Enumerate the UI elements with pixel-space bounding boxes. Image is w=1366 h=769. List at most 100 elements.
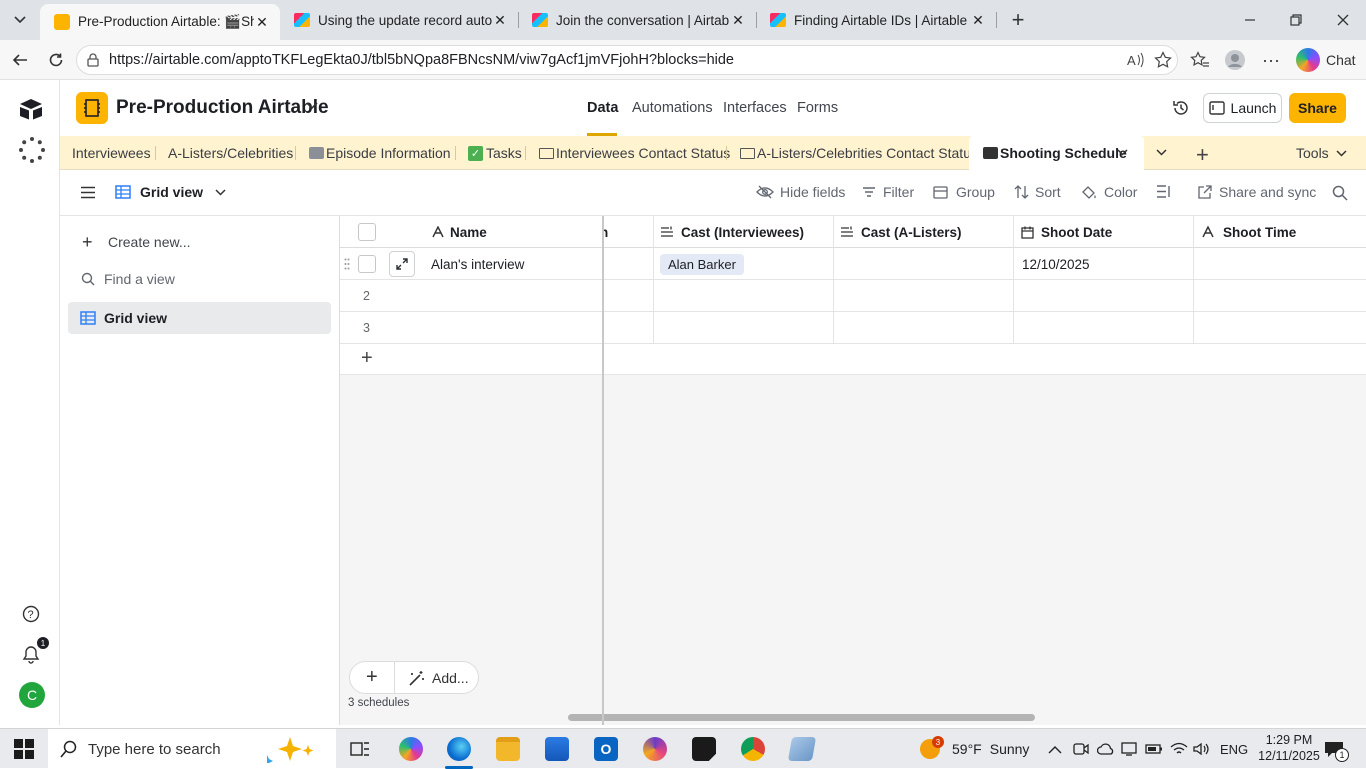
onedrive-cloud-icon[interactable]: [1097, 729, 1115, 769]
cell-cast-alisters[interactable]: [834, 312, 1014, 344]
cell-shoot-date[interactable]: [1014, 312, 1194, 344]
sticky-notes-icon[interactable]: [692, 737, 716, 761]
nav-data[interactable]: Data: [587, 100, 618, 116]
more-menu-icon[interactable]: ···: [1256, 45, 1286, 75]
cell-cast-alisters[interactable]: [834, 280, 1014, 312]
browser-tab-community[interactable]: Join the conversation | Airtable Co ✕: [518, 0, 756, 40]
profile-avatar-icon[interactable]: [1220, 45, 1250, 75]
notifications-bell-icon[interactable]: [22, 645, 40, 665]
linked-record-chip[interactable]: Alan Barker: [660, 253, 744, 275]
base-film-icon[interactable]: [76, 92, 108, 124]
history-icon[interactable]: [1172, 99, 1190, 117]
table-row[interactable]: Alan's interview Alan Barker 12/10/2025: [340, 248, 1366, 280]
app-window-icon[interactable]: [787, 737, 817, 761]
expand-record-icon[interactable]: [389, 251, 415, 277]
cell-hidden-field[interactable]: [604, 248, 654, 280]
header-name[interactable]: Name: [340, 216, 602, 248]
cell-shoot-date[interactable]: 12/10/2025: [1014, 248, 1194, 280]
clock[interactable]: 1:29 PM 12/11/2025: [1254, 732, 1324, 764]
omni-sparkle-icon[interactable]: [18, 136, 46, 164]
cell-shoot-date[interactable]: [1014, 280, 1194, 312]
cell-cast-interviewees[interactable]: [654, 312, 834, 344]
cell-shoot-time[interactable]: [1194, 280, 1366, 312]
table-tab-tasks[interactable]: ✓ Tasks: [468, 145, 522, 161]
drag-handle-icon[interactable]: [344, 258, 350, 270]
lock-icon[interactable]: [86, 53, 100, 67]
nav-forms[interactable]: Forms: [797, 100, 838, 116]
table-tab-episode-information[interactable]: Episode Information: [309, 145, 451, 161]
table-tab-interviewees-contact-status[interactable]: Interviewees Contact Status: [539, 145, 730, 161]
window-close-icon[interactable]: [1333, 10, 1353, 30]
share-sync-button[interactable]: Share and sync: [1197, 184, 1316, 200]
task-view-icon[interactable]: [350, 739, 370, 759]
launch-button[interactable]: Launch: [1203, 93, 1282, 123]
group-button[interactable]: Group: [933, 184, 995, 200]
table-tab-a-listers-contact-status[interactable]: A-Listers/Celebrities Contact Status: [740, 145, 978, 161]
outlook-icon[interactable]: O: [594, 737, 618, 761]
magic-wand-icon[interactable]: [408, 670, 426, 686]
nav-interfaces[interactable]: Interfaces: [723, 100, 787, 116]
tools-menu[interactable]: Tools: [1296, 145, 1347, 161]
find-view-search[interactable]: Find a view: [68, 263, 331, 295]
browser-tab-support[interactable]: Finding Airtable IDs | Airtable Supp ✕: [756, 0, 996, 40]
favorites-icon[interactable]: [1185, 45, 1215, 75]
base-name[interactable]: Pre-Production Airtable: [116, 97, 329, 119]
row-height-icon[interactable]: [1156, 185, 1171, 198]
favorite-star-icon[interactable]: [1154, 51, 1172, 69]
cell-hidden-field[interactable]: [604, 280, 654, 312]
all-tables-chevron-icon[interactable]: [1156, 149, 1167, 156]
horizontal-scrollbar[interactable]: [568, 714, 1035, 721]
header-cast-interviewees[interactable]: Cast (Interviewees): [654, 216, 834, 248]
minimize-icon[interactable]: [1240, 10, 1260, 30]
language-indicator[interactable]: ENG: [1220, 729, 1248, 769]
taskbar-search-box[interactable]: Type here to search: [48, 729, 336, 769]
table-tab-interviewees[interactable]: Interviewees: [72, 145, 151, 161]
restore-icon[interactable]: [1286, 10, 1306, 30]
add-table-plus-icon[interactable]: +: [1196, 142, 1209, 168]
row-primary-cell[interactable]: Alan's interview: [340, 248, 602, 280]
cell-hidden-field[interactable]: [604, 312, 654, 344]
edge-browser-icon[interactable]: [447, 737, 471, 761]
close-icon[interactable]: ✕: [492, 12, 508, 28]
show-hidden-icons-chevron-icon[interactable]: [1048, 729, 1062, 769]
cell-cast-alisters[interactable]: [834, 248, 1014, 280]
battery-icon[interactable]: [1145, 729, 1163, 769]
hamburger-menu-icon[interactable]: [80, 186, 96, 199]
select-all-checkbox[interactable]: [358, 223, 376, 241]
refresh-icon[interactable]: [41, 45, 71, 75]
header-shoot-date[interactable]: Shoot Date: [1014, 216, 1194, 248]
browser-tab-airtable[interactable]: Pre-Production Airtable: 🎬Shooti ✕: [40, 4, 280, 40]
cell-cast-interviewees[interactable]: Alan Barker: [654, 248, 834, 280]
table-tab-a-listers[interactable]: A-Listers/Celebrities: [168, 145, 293, 161]
close-icon[interactable]: ✕: [730, 12, 746, 28]
frozen-column-divider[interactable]: [602, 216, 604, 725]
file-explorer-icon[interactable]: [496, 737, 520, 761]
microsoft-store-icon[interactable]: [545, 737, 569, 761]
chevron-down-icon[interactable]: [306, 102, 318, 110]
view-switcher[interactable]: Grid view: [115, 184, 226, 200]
copilot-chat-button[interactable]: Chat: [1296, 47, 1356, 73]
volume-icon[interactable]: [1193, 729, 1209, 769]
display-icon[interactable]: [1121, 729, 1137, 769]
browser-tab-automation[interactable]: Using the update record automati ✕: [280, 0, 518, 40]
help-icon[interactable]: ?: [22, 605, 40, 623]
windows-start-icon[interactable]: [14, 739, 34, 759]
create-new-view-button[interactable]: + Create new...: [68, 226, 331, 258]
read-aloud-icon[interactable]: A: [1127, 52, 1145, 68]
table-row[interactable]: 2: [340, 280, 1366, 312]
add-record-plus-icon[interactable]: +: [366, 666, 378, 689]
user-avatar[interactable]: C: [19, 682, 45, 708]
row-checkbox[interactable]: [358, 255, 376, 273]
app-circle-icon[interactable]: [643, 737, 667, 761]
meet-now-icon[interactable]: [1073, 729, 1089, 769]
hide-fields-button[interactable]: Hide fields: [756, 184, 845, 200]
close-icon[interactable]: ✕: [254, 14, 270, 30]
chrome-icon[interactable]: [741, 737, 765, 761]
new-tab-plus-icon[interactable]: +: [1006, 7, 1030, 32]
share-button[interactable]: Share: [1289, 93, 1346, 123]
table-tab-shooting-schedule[interactable]: Shooting Schedule: [969, 136, 1144, 170]
search-icon[interactable]: [1332, 185, 1348, 201]
tab-actions-chevron-icon[interactable]: [8, 8, 32, 32]
cell-cast-interviewees[interactable]: [654, 280, 834, 312]
airtable-home-icon[interactable]: [19, 98, 43, 120]
